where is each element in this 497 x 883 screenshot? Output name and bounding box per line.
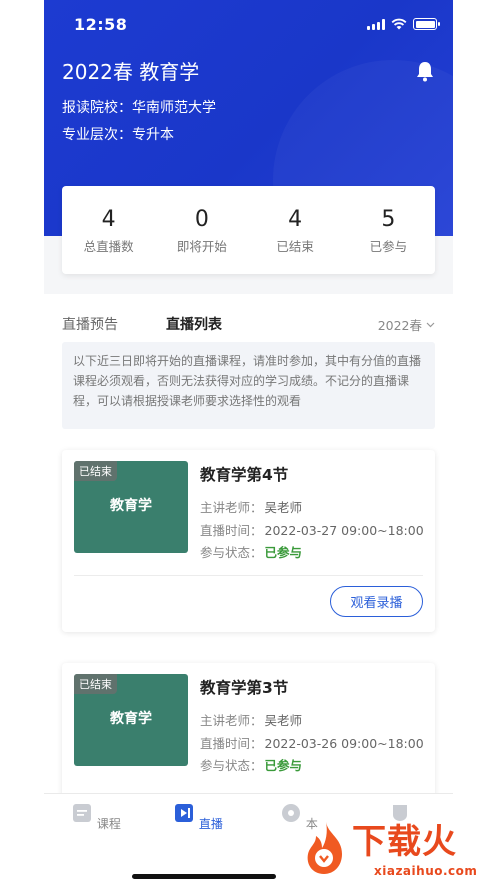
school-label: 报读院校： [62, 100, 132, 116]
level-label: 专业层次： [62, 127, 132, 143]
school-value: 华南师范大学 [132, 100, 216, 116]
time-row: 直播时间： 2022-03-26 09:00~18:00 [200, 733, 424, 752]
course-title: 教育学第4节 [200, 466, 289, 484]
stat-value: 5 [381, 207, 396, 232]
wifi-icon [391, 18, 407, 30]
status-bar: 12:58 [44, 0, 453, 48]
stat-value: 4 [288, 207, 303, 232]
teacher-label: 主讲老师： [200, 500, 263, 515]
home-indicator [132, 874, 276, 879]
status-icons [367, 18, 440, 30]
thumbnail-text: 教育学 [110, 498, 152, 514]
status-time: 12:58 [74, 15, 128, 34]
watch-replay-button[interactable]: 观看录播 [330, 586, 423, 617]
status-row: 参与状态： 已参与 [200, 755, 302, 774]
phone-screen: 12:58 2022春 教育学 报读院校：华南师范大学 专业层次：专升本 4 总… [44, 0, 453, 883]
status-label: 参与状态： [200, 758, 263, 773]
watermark: 下载火 xiazaihuo.com [292, 812, 497, 883]
level-info: 专业层次：专升本 [62, 124, 174, 144]
status-value: 已参与 [264, 545, 303, 560]
chevron-down-icon [426, 322, 435, 327]
flame-logo-icon [307, 822, 342, 874]
course-icon [73, 804, 92, 822]
stat-label: 已结束 [276, 239, 314, 254]
stat-label: 已参与 [369, 239, 408, 254]
stat-total: 4 总直播数 [62, 186, 155, 274]
time-label: 直播时间： [200, 736, 263, 751]
stat-upcoming: 0 即将开始 [155, 186, 248, 274]
nav-label: 直播 [198, 817, 223, 831]
time-row: 直播时间： 2022-03-27 09:00~18:00 [200, 520, 424, 539]
status-row: 参与状态： 已参与 [200, 542, 302, 561]
teacher-value: 吴老师 [264, 500, 303, 515]
thumbnail-text: 教育学 [110, 711, 152, 727]
teacher-row: 主讲老师： 吴老师 [200, 710, 302, 729]
stats-card: 4 总直播数 0 即将开始 4 已结束 5 已参与 [62, 186, 435, 274]
teacher-value: 吴老师 [264, 713, 303, 728]
signal-icon [367, 18, 385, 30]
nav-item-live[interactable]: 直播 [168, 802, 228, 832]
course-thumbnail[interactable]: 已结束 教育学 [74, 461, 188, 553]
stat-label: 总直播数 [83, 239, 134, 254]
stat-label: 即将开始 [176, 239, 227, 254]
stat-ended: 4 已结束 [249, 186, 342, 274]
nav-item-course[interactable]: 课程 [66, 802, 126, 832]
course-title: 教育学第3节 [200, 679, 289, 697]
level-value: 专升本 [132, 127, 174, 143]
teacher-label: 主讲老师： [200, 713, 263, 728]
stat-joined: 5 已参与 [342, 186, 435, 274]
live-section: 直播预告 直播列表 2022春 以下近三日即将开始的直播课程，请准时参加，其中有… [44, 294, 453, 845]
time-value: 2022-03-27 09:00~18:00 [264, 523, 424, 538]
watermark-text: 下载火 [352, 822, 457, 862]
divider [74, 575, 423, 576]
teacher-row: 主讲老师： 吴老师 [200, 497, 302, 516]
battery-icon [413, 18, 440, 30]
nav-label: 课程 [96, 817, 121, 831]
time-value: 2022-03-26 09:00~18:00 [264, 736, 424, 751]
status-label: 参与状态： [200, 545, 263, 560]
bell-icon[interactable] [415, 60, 435, 82]
semester-filter[interactable]: 2022春 [378, 315, 435, 334]
notice-box: 以下近三日即将开始的直播课程，请准时参加，其中有分值的直播课程必须观看，否则无法… [62, 342, 435, 429]
status-value: 已参与 [264, 758, 303, 773]
stat-value: 4 [101, 207, 116, 232]
stat-value: 0 [194, 207, 209, 232]
course-card[interactable]: 已结束 教育学 教育学第4节 主讲老师： 吴老师 直播时间： 2022-03-27 … [62, 450, 435, 632]
time-label: 直播时间： [200, 523, 263, 538]
course-thumbnail[interactable]: 已结束 教育学 [74, 674, 188, 766]
live-icon [175, 804, 194, 822]
tab-live-list[interactable]: 直播列表 [166, 314, 222, 334]
status-badge: 已结束 [74, 674, 117, 694]
school-info: 报读院校：华南师范大学 [62, 97, 216, 117]
watermark-url: xiazaihuo.com [374, 864, 478, 878]
semester-filter-label: 2022春 [377, 318, 422, 333]
status-badge: 已结束 [74, 461, 117, 481]
page-title: 2022春 教育学 [62, 60, 200, 84]
tab-live-preview[interactable]: 直播预告 [62, 314, 118, 334]
